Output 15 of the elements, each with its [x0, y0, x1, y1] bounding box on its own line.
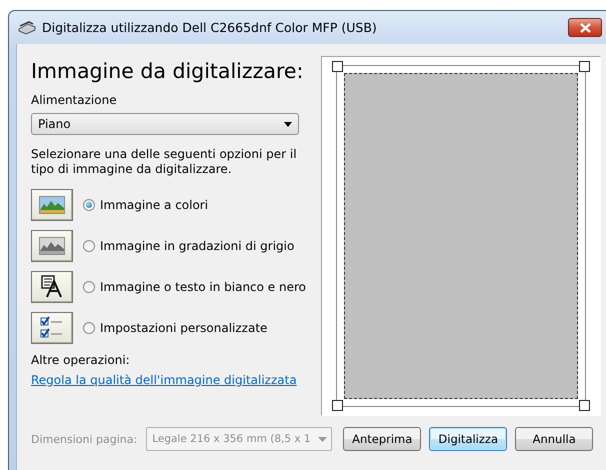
option-label: Immagine o testo in bianco e nero: [100, 280, 306, 294]
option-label: Immagine a colori: [100, 198, 208, 212]
section-heading: Immagine da digitalizzare:: [31, 59, 304, 83]
other-operations-label: Altre operazioni:: [31, 353, 131, 367]
option-label: Impostazioni personalizzate: [100, 321, 268, 335]
dialog-button[interactable]: Anteprima: [343, 427, 422, 451]
source-dropdown[interactable]: Piano: [31, 113, 299, 135]
source-label: Alimentazione: [31, 93, 118, 107]
adjust-quality-link[interactable]: Regola la qualità dell'immagine digitalizzata: [31, 373, 309, 387]
page-size-label: Dimensioni pagina:: [31, 432, 138, 446]
window-title: Digitalizza utilizzando Dell C2665dnf Color MFP (USB): [42, 20, 378, 35]
instruction-text: Selezionare una delle seguenti opzioni per il tipo di immagine da digitalizzare.: [31, 147, 298, 177]
dialog-button[interactable]: Annulla: [515, 427, 594, 451]
dialog-button[interactable]: Digitalizza: [429, 427, 508, 451]
option-label: Immagine in gradazioni di grigio: [100, 239, 294, 253]
